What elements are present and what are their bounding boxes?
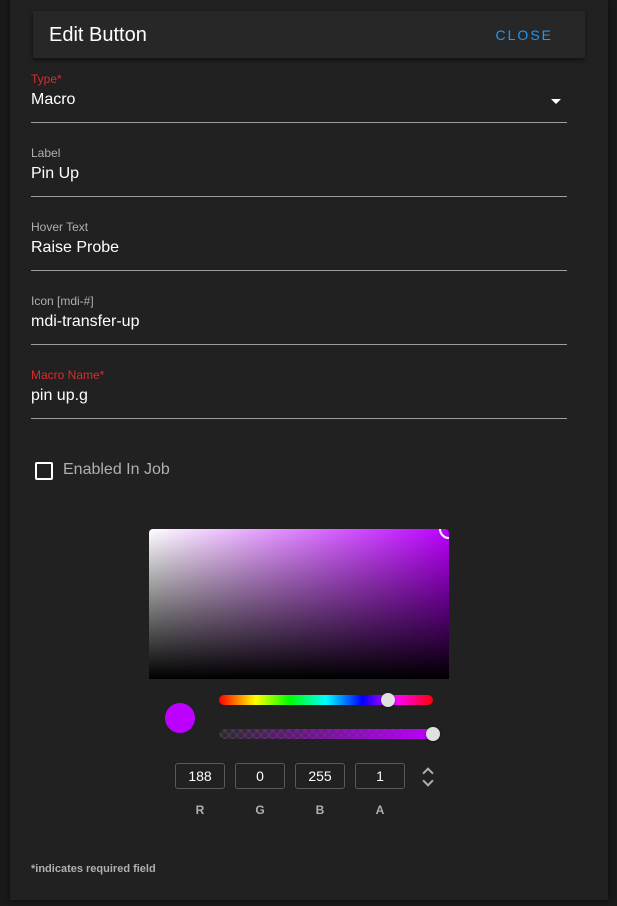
hover-text-value[interactable]: Raise Probe <box>31 239 119 257</box>
type-select[interactable]: Type* Macro <box>31 72 567 123</box>
red-label: R <box>195 803 205 817</box>
chevron-down-icon[interactable] <box>551 99 561 104</box>
chevron-down-icon <box>422 775 434 787</box>
hue-slider[interactable] <box>219 693 433 707</box>
enabled-in-job-label[interactable]: Enabled In Job <box>63 461 170 479</box>
alpha-label: A <box>375 803 385 817</box>
required-footnote: *indicates required field <box>31 863 156 875</box>
dialog-title: Edit Button <box>49 24 147 46</box>
icon-field[interactable]: Icon [mdi-#] mdi-transfer-up <box>31 294 567 345</box>
red-input[interactable]: 188 <box>175 763 225 789</box>
checkbox-icon[interactable] <box>35 462 53 480</box>
blue-input[interactable]: 255 <box>295 763 345 789</box>
blue-label: B <box>315 803 325 817</box>
type-value: Macro <box>31 91 76 108</box>
hover-text-field[interactable]: Hover Text Raise Probe <box>31 220 567 271</box>
color-mode-toggle-icon[interactable] <box>422 766 435 788</box>
icon-value[interactable]: mdi-transfer-up <box>31 313 139 331</box>
close-button[interactable]: CLOSE <box>496 27 553 43</box>
label-value[interactable]: Pin Up <box>31 165 79 183</box>
macro-name-field[interactable]: Macro Name* pin up.g <box>31 368 567 419</box>
alpha-input[interactable]: 1 <box>355 763 405 789</box>
type-label: Type* <box>31 72 62 86</box>
color-preview-swatch <box>165 703 195 733</box>
green-label: G <box>255 803 265 817</box>
macro-name-label: Macro Name* <box>31 368 105 382</box>
hover-text-label: Hover Text <box>31 220 89 234</box>
canvas-black-gradient <box>149 529 449 679</box>
label-label: Label <box>31 146 61 160</box>
dialog-header: Edit Button CLOSE <box>33 11 585 58</box>
icon-label: Icon [mdi-#] <box>31 294 94 308</box>
hue-slider-thumb[interactable] <box>381 693 396 707</box>
label-field[interactable]: Label Pin Up <box>31 146 567 197</box>
color-saturation-canvas[interactable] <box>149 529 449 679</box>
macro-name-value[interactable]: pin up.g <box>31 387 88 405</box>
alpha-slider[interactable] <box>219 727 440 741</box>
green-input[interactable]: 0 <box>235 763 285 789</box>
alpha-slider-thumb[interactable] <box>426 727 440 741</box>
